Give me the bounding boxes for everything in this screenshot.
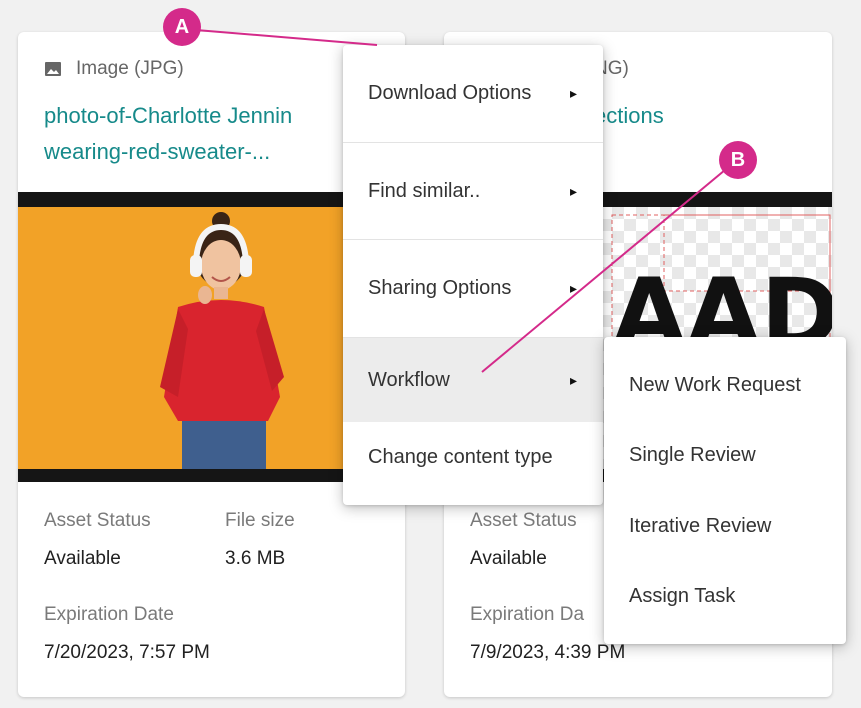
image-icon	[44, 61, 62, 77]
expiration-date-value: 7/20/2023, 7:57 PM	[44, 642, 210, 663]
asset-status-label: Asset Status	[470, 510, 577, 531]
expiration-date-label: Expiration Da	[470, 604, 585, 625]
chevron-right-icon: ▸	[569, 182, 577, 199]
context-menu: Download Options ▸ Find similar.. ▸ Shar…	[343, 45, 603, 505]
menu-item-download-options[interactable]: Download Options ▸	[343, 45, 603, 142]
menu-item-workflow[interactable]: Workflow ▸	[343, 338, 603, 422]
asset-status-value: Available	[44, 548, 121, 569]
workflow-submenu: New Work Request Single Review Iterative…	[604, 337, 846, 644]
menu-item-find-similar[interactable]: Find similar.. ▸	[343, 143, 603, 239]
asset-status-label: Asset Status	[44, 510, 151, 531]
chevron-right-icon: ▸	[569, 371, 577, 388]
asset-status-value: Available	[470, 548, 547, 569]
submenu-item-assign-task[interactable]: Assign Task	[629, 585, 735, 608]
asset-title-link[interactable]: ections	[594, 98, 832, 134]
menu-item-sharing-options[interactable]: Sharing Options ▸	[343, 240, 603, 337]
expiration-date-label: Expiration Date	[44, 604, 174, 625]
menu-item-change-content-type[interactable]: Change content type	[343, 422, 603, 492]
chevron-right-icon: ▸	[569, 85, 577, 101]
submenu-item-new-work-request[interactable]: New Work Request	[629, 374, 801, 397]
submenu-item-single-review[interactable]: Single Review	[629, 444, 756, 467]
asset-type-row: Image (JPG)	[44, 58, 184, 80]
submenu-item-iterative-review[interactable]: Iterative Review	[629, 515, 771, 538]
file-size-value: 3.6 MB	[225, 548, 286, 569]
expiration-date-value: 7/9/2023, 4:39 PM	[470, 642, 626, 663]
chevron-right-icon: ▸	[569, 280, 577, 296]
asset-type-label: Image (JPG)	[76, 58, 184, 79]
asset-title-link[interactable]: photo-of-Charlotte Jennin wearing-red-sw…	[44, 98, 384, 170]
file-size-label: File size	[225, 510, 295, 531]
callout-a-badge: A	[163, 8, 201, 46]
callout-b-badge: B	[719, 141, 757, 179]
